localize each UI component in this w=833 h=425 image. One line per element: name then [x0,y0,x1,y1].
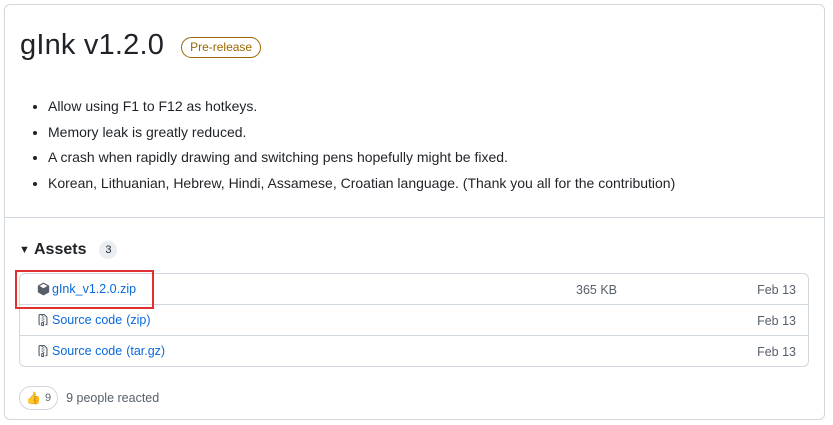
asset-row: Source code (zip) Feb 13 [20,305,808,336]
release-note: Allow using F1 to F12 as hotkeys. [48,94,675,120]
thumbs-up-reaction-button[interactable]: 👍 9 [19,386,59,410]
source-code-link[interactable]: Source code [52,313,122,327]
assets-title: Assets [34,241,87,258]
release-note: Memory leak is greatly reduced. [48,120,675,146]
release-header: gInk v1.2.0 Pre-release [20,29,262,62]
asset-format[interactable]: (tar.gz) [126,344,165,358]
prerelease-badge: Pre-release [181,37,262,58]
reactions-bar: 👍 9 9 people reacted [19,386,159,410]
reaction-summary: 9 people reacted [66,391,160,405]
source-code-link[interactable]: Source code [52,344,122,358]
file-zip-icon [37,344,50,358]
selection-highlight [15,270,154,309]
release-notes: Allow using F1 to F12 as hotkeys. Memory… [48,94,675,196]
release-title[interactable]: gInk v1.2.0 [20,29,164,62]
thumbs-up-icon: 👍 [26,391,41,405]
asset-date: Feb 13 [757,345,796,359]
release-note: Korean, Lithuanian, Hebrew, Hindi, Assam… [48,171,675,197]
assets-toggle[interactable]: ▼ Assets 3 [19,241,118,259]
section-divider [5,217,824,218]
asset-date: Feb 13 [757,283,796,297]
asset-size: 365 KB [576,283,618,297]
file-zip-icon [37,313,50,327]
reaction-count: 9 [44,392,52,404]
release-card: gInk v1.2.0 Pre-release Allow using F1 t… [4,4,825,420]
asset-row: Source code (tar.gz) Feb 13 [20,336,808,366]
assets-count: 3 [99,241,118,259]
asset-date: Feb 13 [757,314,796,328]
release-note: A crash when rapidly drawing and switchi… [48,145,675,171]
asset-format[interactable]: (zip) [126,313,150,327]
caret-down-icon: ▼ [19,244,30,256]
